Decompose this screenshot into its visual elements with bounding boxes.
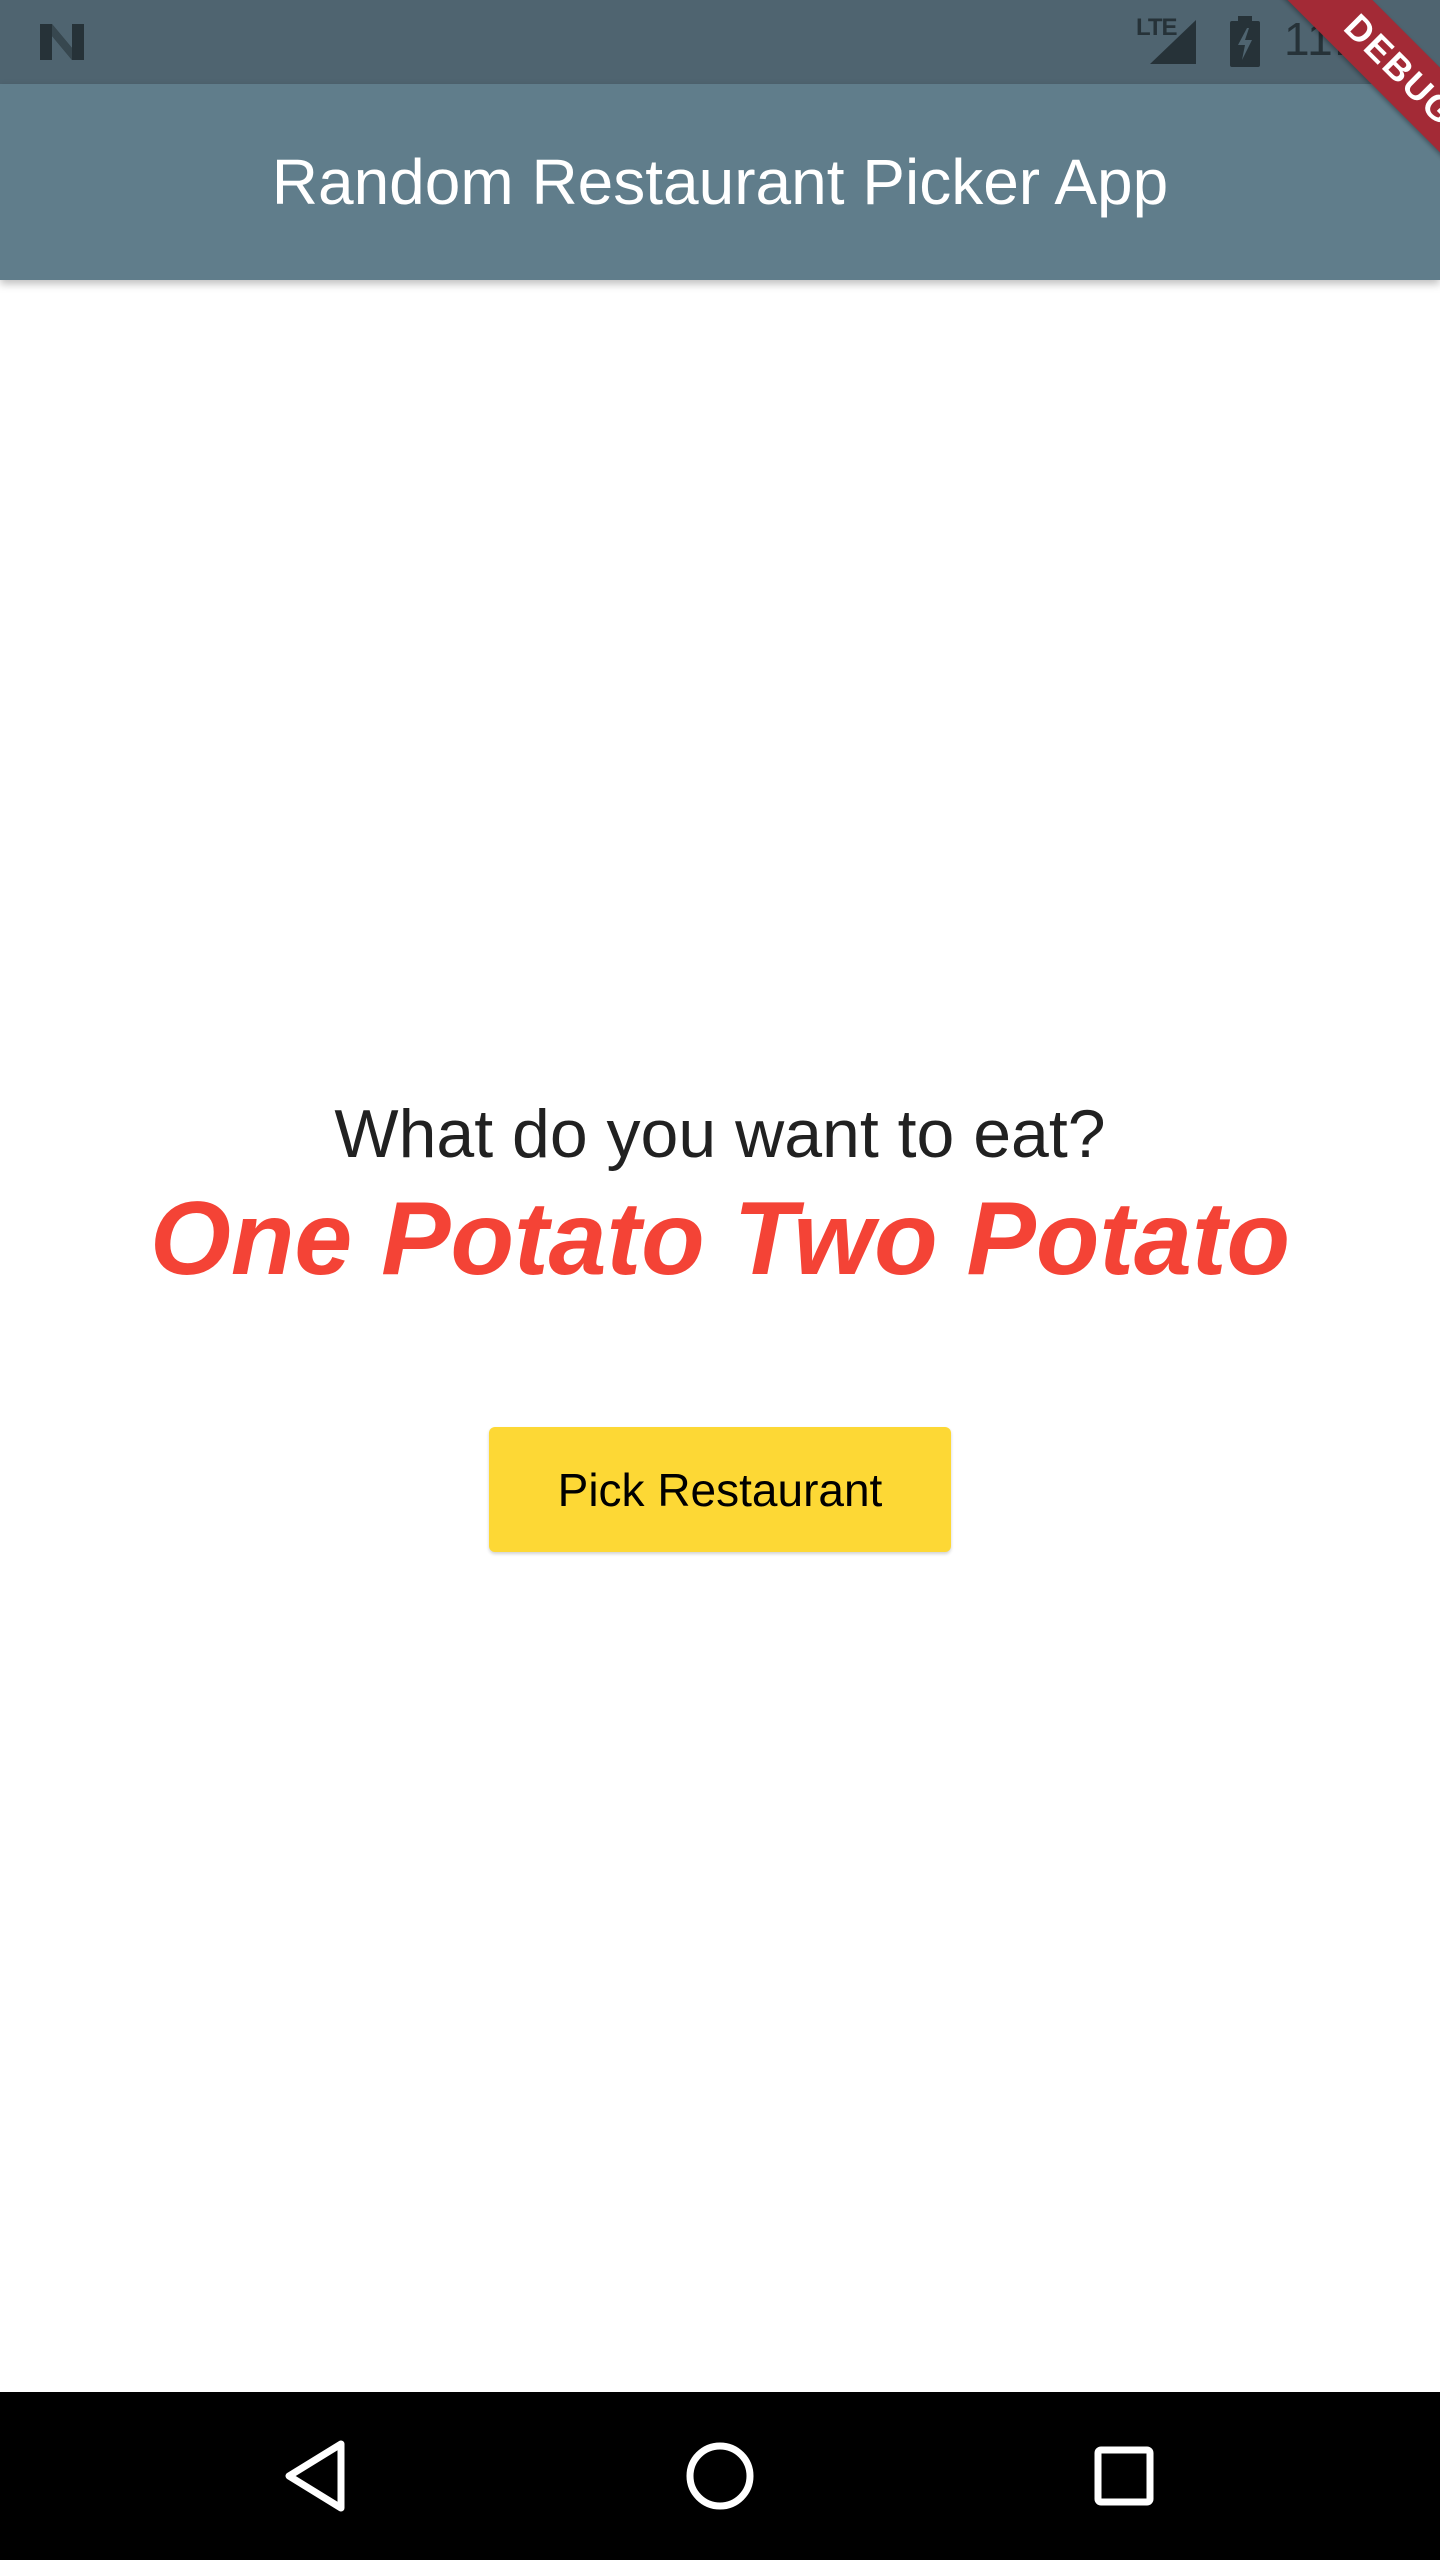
battery-charging-icon: [1230, 16, 1260, 67]
app-screen: LTE 11:06 Random Restaurant Picker App D…: [0, 0, 1440, 2560]
selected-restaurant-name: One Potato Two Potato: [149, 1181, 1291, 1297]
app-title: Random Restaurant Picker App: [271, 146, 1169, 218]
system-nav-bar: [0, 2392, 1440, 2560]
status-bar: LTE 11:06: [0, 0, 1440, 84]
home-icon: [686, 2442, 754, 2510]
eat-prompt-text: What do you want to eat?: [334, 1096, 1106, 1172]
pick-restaurant-button[interactable]: Pick Restaurant: [489, 1427, 951, 1552]
nav-recents-button[interactable]: [1024, 2392, 1224, 2560]
n-logo-icon: [40, 24, 84, 60]
recents-icon: [1094, 2446, 1154, 2506]
app-bar: Random Restaurant Picker App: [0, 84, 1440, 280]
nav-back-button[interactable]: [216, 2392, 416, 2560]
nav-home-button[interactable]: [620, 2392, 820, 2560]
signal-icon: [1150, 20, 1196, 64]
back-icon: [285, 2440, 345, 2512]
